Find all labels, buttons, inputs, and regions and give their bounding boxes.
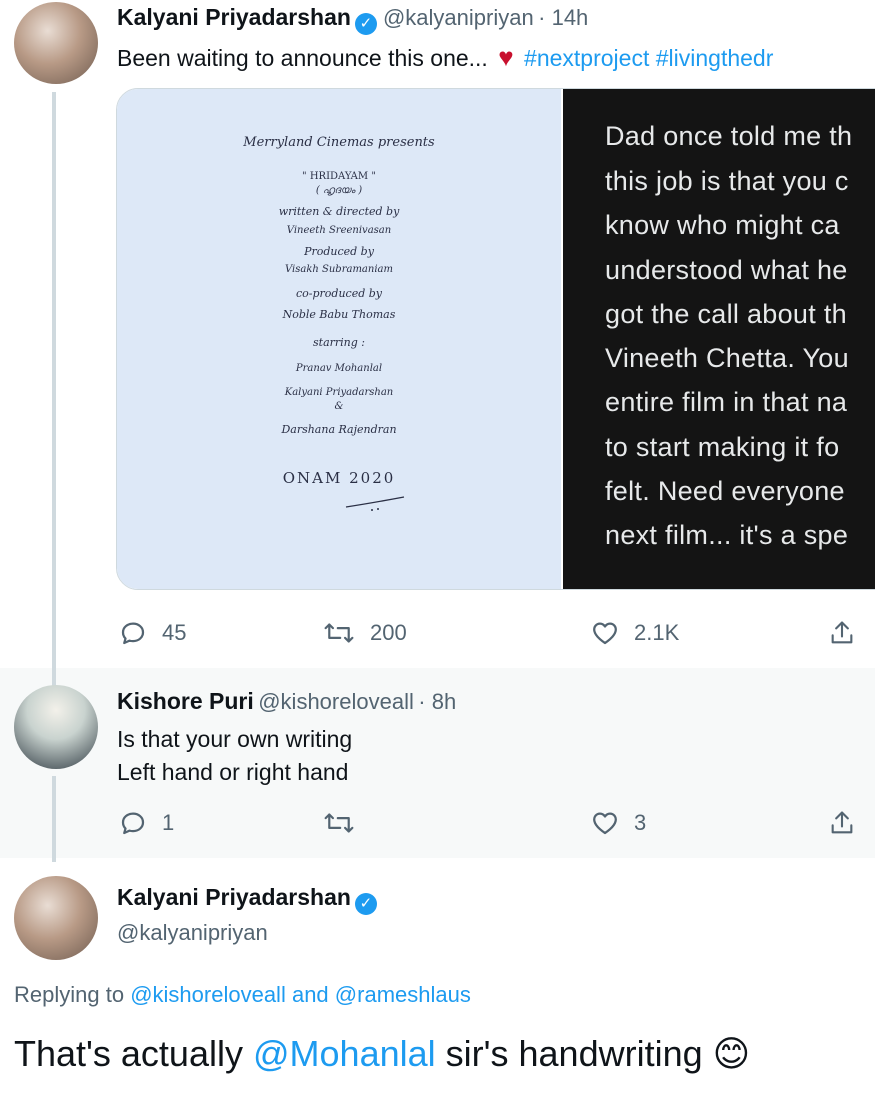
tweet-header: Kalyani Priyadarshan ✓ @kalyanipriyan · 14…	[117, 4, 588, 35]
poster-line: Produced by	[304, 245, 374, 258]
like-button[interactable]: 2.1K	[590, 618, 679, 648]
share-button[interactable]	[828, 808, 870, 838]
mention-mohanlal[interactable]: @Mohanlal	[253, 1033, 436, 1074]
main-text-before: That's actually	[14, 1033, 243, 1074]
note-line: got the call about th	[605, 299, 847, 329]
tweet-media[interactable]: Merryland Cinemas presents " HRIDAYAM " …	[116, 88, 875, 590]
poster-line: Visakh Subramaniam	[285, 264, 393, 275]
reply-author-handle[interactable]: @kishoreloveall	[258, 689, 414, 714]
replying-to-user-1[interactable]: @kishoreloveall	[130, 982, 286, 1007]
poster-line: Vineeth Sreenivasan	[286, 225, 392, 236]
poster-line: ( ഹൃദയം )	[315, 185, 363, 196]
replying-to-and: and	[291, 982, 329, 1007]
reply-author-name[interactable]: Kishore Puri	[117, 688, 254, 714]
like-button[interactable]: 3	[590, 808, 646, 838]
handwritten-poster-image[interactable]: Merryland Cinemas presents " HRIDAYAM " …	[117, 89, 561, 589]
poster-line: written & directed by	[278, 205, 400, 218]
note-line: Vineeth Chetta. You	[605, 343, 849, 373]
note-line: Dad once told me th	[605, 121, 853, 151]
poster-line: starring :	[313, 336, 365, 349]
reply-button[interactable]: 45	[118, 618, 186, 648]
retweet-button[interactable]: 200	[322, 618, 407, 648]
avatar-kalyani[interactable]	[14, 2, 98, 84]
note-line: this job is that you c	[605, 166, 849, 196]
like-count: 3	[634, 810, 647, 835]
retweet-count: 200	[370, 620, 407, 645]
poster-line: ONAM 2020	[282, 469, 396, 487]
main-author-block: Kalyani Priyadarshan ✓	[117, 884, 383, 915]
poster-line: " HRIDAYAM "	[302, 171, 376, 182]
poster-line: Pranav Mohanlal	[295, 363, 383, 374]
reply-text-line-2: Left hand or right hand	[117, 759, 349, 785]
poster-line: Noble Babu Thomas	[282, 308, 396, 321]
avatar-kalyani[interactable]	[14, 876, 98, 960]
note-line: felt. Need everyone	[605, 476, 845, 506]
verified-badge-icon: ✓	[354, 893, 377, 915]
tweet-text: Been waiting to announce this one... ♥ #…	[117, 42, 773, 73]
reply-header: Kishore Puri @kishoreloveall · 8h	[117, 688, 456, 715]
reply-button[interactable]: 1	[118, 808, 174, 838]
retweet-icon	[324, 623, 354, 643]
tweet-body: Been waiting to announce this one...	[117, 45, 488, 71]
note-line: know who might ca	[605, 210, 840, 240]
text-note-image[interactable]: Dad once told me th this job is that you…	[563, 89, 875, 589]
note-line: entire film in that na	[605, 387, 848, 417]
share-button[interactable]	[828, 618, 870, 648]
replying-to-prefix: Replying to	[14, 982, 125, 1007]
poster-line: co-produced by	[295, 287, 382, 300]
retweet-icon	[324, 813, 354, 833]
poster-line: Kalyani Priyadarshan	[284, 387, 394, 398]
tweet-time[interactable]: · 14h	[538, 5, 588, 30]
verified-badge-icon: ✓	[354, 13, 377, 35]
like-count: 2.1K	[634, 620, 680, 645]
note-line: understood what he	[605, 255, 848, 285]
poster-line: &	[334, 401, 344, 412]
like-icon	[593, 622, 617, 645]
avatar-kishore[interactable]	[14, 685, 98, 769]
reply-count: 45	[162, 620, 187, 645]
hashtags[interactable]: #nextproject #livingthedr	[524, 45, 773, 71]
poster-line: Merryland Cinemas presents	[243, 135, 435, 150]
reply-text-line-1: Is that your own writing	[117, 726, 353, 752]
reply-icon	[121, 812, 145, 835]
share-icon	[831, 621, 853, 644]
replying-to-user-2[interactable]: @rameshlaus	[335, 982, 471, 1007]
main-author-handle[interactable]: @kalyanipriyan	[117, 920, 268, 946]
heart-emoji-icon: ♥	[498, 42, 514, 72]
like-icon	[593, 812, 617, 835]
reply-time[interactable]: · 8h	[418, 689, 456, 714]
note-line: next film... it's a spe	[605, 520, 849, 550]
main-author-name[interactable]: Kalyani Priyadarshan	[117, 884, 351, 910]
share-icon	[831, 811, 853, 834]
note-line: to start making it fo	[605, 432, 840, 462]
main-text-after: sir's handwriting	[445, 1033, 703, 1074]
retweet-button[interactable]	[322, 808, 370, 838]
signature-flourish	[345, 496, 405, 511]
author-name[interactable]: Kalyani Priyadarshan	[117, 4, 351, 30]
replying-to: Replying to @kishoreloveall and @rameshl…	[14, 982, 471, 1008]
main-tweet-text: That's actually @Mohanlal sir's handwrit…	[14, 1033, 750, 1075]
poster-line: Darshana Rajendran	[281, 423, 397, 436]
smiling-face-emoji-icon: 😊	[712, 1033, 751, 1074]
reply-count: 1	[162, 810, 175, 835]
thread-line	[52, 776, 56, 862]
author-handle[interactable]: @kalyanipriyan	[383, 5, 534, 30]
reply-icon	[121, 622, 145, 645]
